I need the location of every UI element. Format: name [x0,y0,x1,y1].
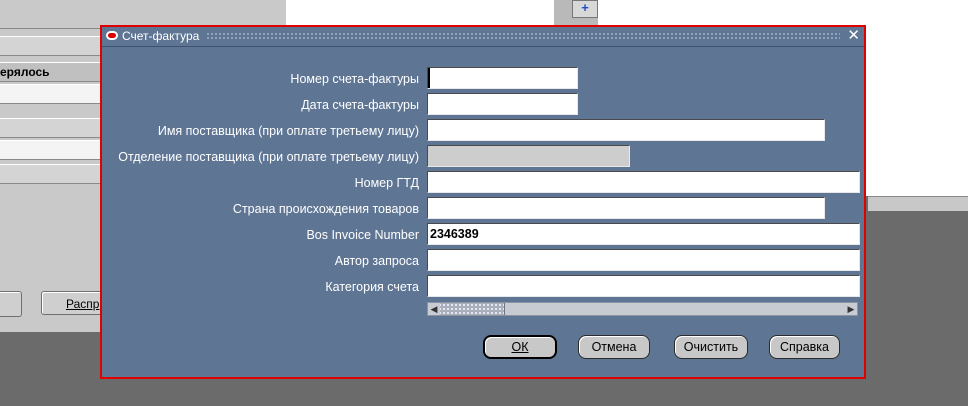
background-row [0,84,100,104]
background-strip [868,196,968,211]
supplier-site-field [427,145,630,167]
invoice-category-field[interactable] [427,275,860,297]
background-button[interactable] [0,291,22,317]
background-row: ерялось [0,62,100,82]
dialog-title: Счет-фактура [122,29,200,43]
titlebar-grip [206,32,840,41]
supplier-name-label: Имя поставщика (при оплате третьему лицу… [157,124,419,138]
bos-invoice-number-field[interactable]: 2346389 [427,223,860,245]
dialog-titlebar[interactable]: Счет-фактура ✕ [102,27,864,47]
scrollbar-thumb[interactable] [440,303,505,315]
requester-label: Автор запроса [334,254,419,268]
customs-declaration-field[interactable] [427,171,860,193]
invoice-category-label: Категория счета [325,280,419,294]
oracle-logo-icon [106,31,118,40]
invoice-dialog: Счет-фактура ✕ Номер счета-фактуры Дата … [100,25,866,379]
add-icon[interactable]: + [572,0,598,18]
help-button[interactable]: Справка [769,335,840,359]
invoice-date-label: Дата счета-фактуры [301,98,419,112]
scroll-left-icon[interactable]: ◀ [428,303,440,315]
ok-button[interactable]: ОК [483,335,557,359]
country-of-origin-label: Страна происхождения товаров [232,202,419,216]
horizontal-scrollbar[interactable]: ◀ ▶ [427,302,858,316]
cancel-button-label: Отмена [591,340,637,354]
requester-field[interactable] [427,249,860,271]
background-row [0,140,100,160]
scroll-right-icon[interactable]: ▶ [845,303,857,315]
supplier-name-field[interactable] [427,119,825,141]
background-row [0,118,100,138]
supplier-site-label: Отделение поставщика (при оплате третьем… [118,150,419,164]
clear-button-label: Очистить [683,340,739,354]
background-row [0,36,100,56]
cancel-button[interactable]: Отмена [578,335,650,359]
customs-declaration-label: Номер ГТД [354,176,419,190]
country-of-origin-field[interactable] [427,197,825,219]
help-button-label: Справка [779,340,830,354]
ok-button-label: ОК [511,340,529,354]
invoice-number-field[interactable] [427,67,578,89]
bos-invoice-number-label: Bos Invoice Number [306,228,419,242]
close-icon[interactable]: ✕ [847,27,860,45]
clear-button[interactable]: Очистить [674,335,748,359]
invoice-date-field[interactable] [427,93,578,115]
background-row [0,164,100,184]
invoice-number-label: Номер счета-фактуры [290,72,419,86]
